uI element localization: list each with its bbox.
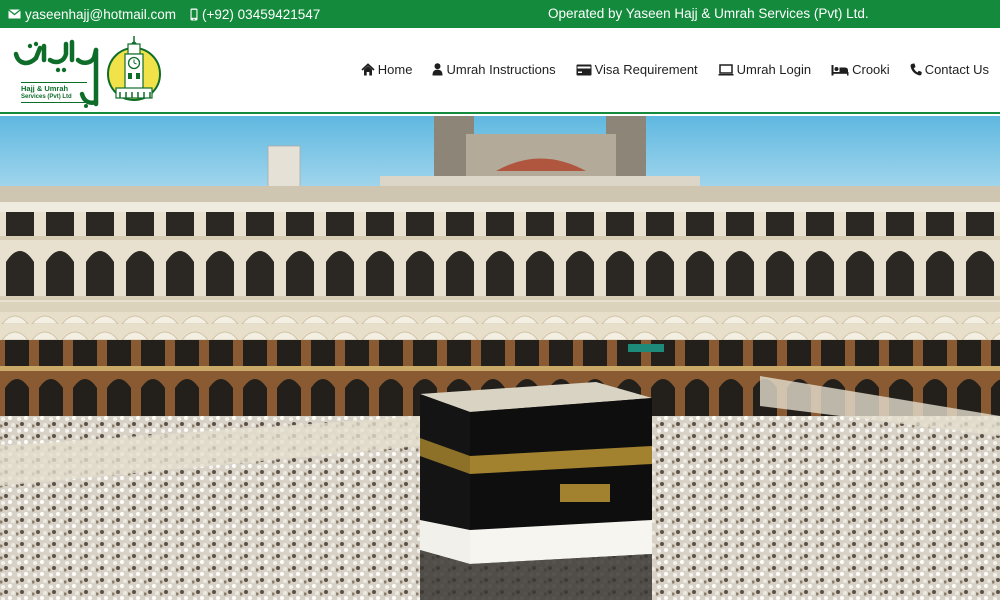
- site-logo[interactable]: Hajj & Umrah Services (Pvt) Ltd: [10, 30, 162, 110]
- home-icon: [361, 63, 375, 76]
- logo-caption-line1: Hajj & Umrah: [21, 84, 69, 93]
- mobile-phone-icon: [190, 8, 198, 21]
- nav-contact-us[interactable]: Contact Us: [910, 62, 989, 77]
- nav-crooki-label: Crooki: [852, 62, 890, 77]
- envelope-icon: [8, 9, 21, 19]
- nav-umrah-login-label: Umrah Login: [736, 62, 812, 77]
- nav-visa-requirement-label: Visa Requirement: [594, 62, 698, 77]
- logo-caption: Hajj & Umrah Services (Pvt) Ltd: [21, 82, 87, 103]
- top-bar: yaseenhajj@hotmail.com (+92) 03459421547…: [0, 0, 1000, 28]
- nav-umrah-login[interactable]: Umrah Login: [718, 62, 811, 77]
- laptop-icon: [718, 63, 734, 75]
- nav-home-label: Home: [377, 62, 413, 77]
- main-nav: Home Umrah Instructions Visa Requirement…: [341, 62, 989, 77]
- nav-contact-us-label: Contact Us: [924, 62, 989, 77]
- credit-card-icon: [576, 64, 592, 75]
- nav-crooki[interactable]: Crooki: [831, 62, 890, 77]
- user-icon: [432, 63, 443, 76]
- nav-home[interactable]: Home: [361, 62, 413, 77]
- site-header: Hajj & Umrah Services (Pvt) Ltd Home Umr…: [0, 28, 1000, 114]
- nav-umrah-instructions[interactable]: Umrah Instructions: [432, 62, 556, 77]
- logo-caption-line2: Services (Pvt) Ltd: [21, 94, 72, 100]
- nav-visa-requirement[interactable]: Visa Requirement: [576, 62, 698, 77]
- phone-icon: [910, 63, 922, 76]
- email-link[interactable]: yaseenhajj@hotmail.com: [25, 7, 176, 22]
- masjid-al-haram-image: [0, 116, 1000, 600]
- bed-icon: [831, 64, 849, 75]
- contact-info: yaseenhajj@hotmail.com (+92) 03459421547: [0, 7, 320, 22]
- operated-by-text: Operated by Yaseen Hajj & Umrah Services…: [548, 6, 869, 21]
- nav-umrah-instructions-label: Umrah Instructions: [446, 62, 556, 77]
- phone-link[interactable]: (+92) 03459421547: [202, 7, 320, 22]
- hero-banner: [0, 116, 1000, 600]
